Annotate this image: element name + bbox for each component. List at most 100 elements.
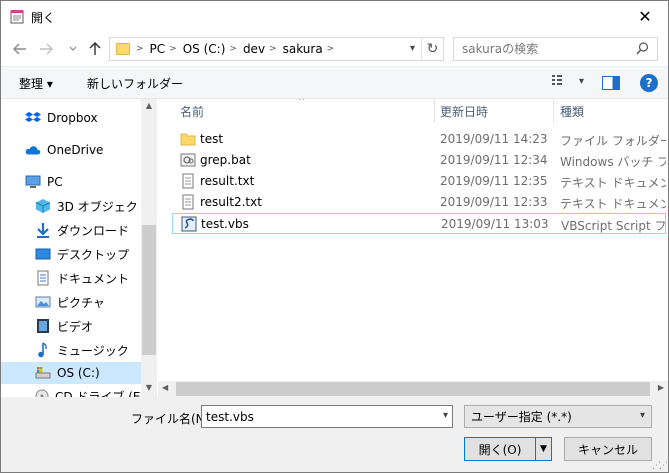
notepad-app-icon [10,10,24,24]
documents-icon [35,270,51,286]
pc-icon [25,174,41,190]
sidebar-item-pictures[interactable]: ピクチャ [1,291,141,313]
file-row-grep-bat[interactable]: grep.bat 2019/09/11 12:34 Windows バッチ ファ [172,150,666,171]
breadcrumb-dev[interactable]: dev [243,42,265,56]
chevron-right-icon: > [326,44,335,54]
organize-button[interactable]: 整理 ▾ [19,75,53,92]
sidebar-item-label: ダウンロード [57,223,130,238]
file-date: 2019/09/11 13:03 [441,217,549,231]
help-icon[interactable]: ? [640,74,658,92]
up-button[interactable] [85,39,105,59]
open-options-button[interactable]: ▼ [535,438,551,460]
search-box[interactable] [453,37,658,61]
chevron-down-icon: ▾ [639,410,645,421]
new-folder-button[interactable]: 新しいフォルダー [87,75,183,92]
column-header-type[interactable]: 種類 [560,99,584,123]
sidebar-item-onedrive[interactable]: OneDrive [1,139,141,161]
3d-objects-icon [35,198,51,214]
dropbox-icon [25,110,41,126]
sidebar-scroll-thumb[interactable] [142,225,156,355]
cd-drive-icon [35,388,49,397]
dialog-footer: ファイル名(N): ▾ ユーザー指定 (*.*) ▾ 開く(O) ▼ キャンセル… [1,397,668,472]
up-arrow-icon [89,42,101,55]
folder-icon [180,133,196,146]
sidebar-item-videos[interactable]: ビデオ [1,315,141,337]
view-list-icon [552,75,562,85]
file-row-test-vbs[interactable]: test.vbs 2019/09/11 13:03 VBScript Scrip… [172,213,667,234]
scroll-up-icon[interactable]: ▲ [141,101,157,110]
refresh-button[interactable]: ↻ [421,38,443,60]
filename-combobox[interactable]: ▾ [201,405,453,428]
sidebar-item-3d-objects[interactable]: 3D オブジェクト [1,195,150,217]
back-button[interactable] [10,39,30,59]
sidebar-scrollbar[interactable]: ▲ ▼ [141,99,157,397]
column-divider[interactable] [553,99,554,123]
view-options-button[interactable] [552,74,568,90]
sidebar-item-documents[interactable]: ドキュメント [1,267,141,289]
chevron-down-icon: ▼ [540,444,547,454]
cancel-button[interactable]: キャンセル [564,437,652,461]
address-bar[interactable]: > PC > OS (C:) > dev > sakura > ▾ ↻ [109,37,444,61]
address-dropdown-icon[interactable]: ▾ [410,43,415,54]
sidebar-item-label: OS (C:) [57,366,100,380]
scroll-right-icon[interactable]: ▶ [658,383,664,392]
breadcrumb-sakura[interactable]: sakura [283,42,323,56]
forward-button[interactable] [36,39,56,59]
column-header-label: 更新日時 [440,104,489,119]
file-name: result.txt [200,174,255,188]
sidebar-item-downloads[interactable]: ダウンロード [1,219,141,241]
file-type: ファイル フォルダー [560,134,666,148]
recent-locations-button[interactable] [63,39,83,59]
open-button[interactable]: 開く(O) [465,438,535,460]
file-date: 2019/09/11 12:33 [440,195,548,209]
file-row-result2-txt[interactable]: result2.txt 2019/09/11 12:33 テキスト ドキュメント [172,192,666,213]
preview-pane-icon[interactable] [602,76,620,90]
sidebar-item-cd-drive[interactable]: CD ドライブ (E:) 12 [1,385,157,397]
open-file-dialog: 開く ✕ > PC > OS (C:) > dev > sakura > ▾ ↻… [0,0,669,473]
horizontal-scroll-thumb[interactable] [176,382,650,396]
refresh-icon: ↻ [426,41,439,57]
search-input[interactable] [462,42,632,56]
file-row-test[interactable]: test 2019/09/11 14:23 ファイル フォルダー [172,129,666,150]
sidebar-item-label: デスクトップ [57,247,130,262]
column-header-label: 名前 [180,104,205,119]
filename-input[interactable] [202,406,427,427]
file-row-result-txt[interactable]: result.txt 2019/09/11 12:35 テキスト ドキュメント [172,171,666,192]
sidebar-item-os-c[interactable]: OS (C:) [1,362,141,384]
file-type-select[interactable]: ユーザー指定 (*.*) ▾ [464,405,652,428]
window-title: 開く [31,11,56,25]
view-dropdown-icon[interactable]: ▾ [579,76,584,87]
chevron-right-icon: > [269,44,277,54]
text-file-icon [182,173,194,189]
close-button[interactable]: ✕ [622,1,668,32]
chevron-down-icon [69,46,77,51]
file-date: 2019/09/11 14:23 [440,132,548,146]
sidebar-item-desktop[interactable]: デスクトップ [1,243,141,265]
scroll-down-icon[interactable]: ▼ [141,383,157,392]
navigation-pane: Dropbox OneDrive PC 3D オブジェクト ダウンロード デスク… [1,99,157,397]
address-row: > PC > OS (C:) > dev > sakura > ▾ ↻ [1,32,668,66]
file-type: Windows バッチ ファ [560,155,666,169]
chevron-down-icon[interactable]: ▾ [443,410,448,421]
column-header-date[interactable]: 更新日時 [440,99,488,123]
sidebar-item-pc[interactable]: PC [1,171,141,193]
breadcrumb-pc[interactable]: PC [150,42,166,56]
search-icon [636,42,649,55]
column-divider[interactable] [434,99,435,123]
column-header-name[interactable]: 名前 [180,99,204,123]
file-name: test [200,132,224,146]
text-file-icon [182,194,194,210]
sidebar-item-label: ミュージック [57,343,129,358]
breadcrumb-os-c[interactable]: OS (C:) [183,42,226,56]
sidebar-item-music[interactable]: ミュージック [1,339,141,361]
sidebar-item-label: ピクチャ [57,295,105,310]
vbs-file-icon [181,216,197,232]
file-type: VBScript Script ファ [561,219,667,233]
sidebar-item-dropbox[interactable]: Dropbox [1,107,141,129]
scroll-left-icon[interactable]: ◀ [162,383,168,392]
sidebar-item-label: OneDrive [47,143,104,157]
file-list-horizontal-scrollbar[interactable]: ◀ ▶ [158,381,668,397]
resize-grip-icon[interactable]: ⋰⋰ [652,461,668,471]
sidebar-item-label: 3D オブジェクト [57,199,150,214]
chevron-right-icon: > [229,44,237,54]
